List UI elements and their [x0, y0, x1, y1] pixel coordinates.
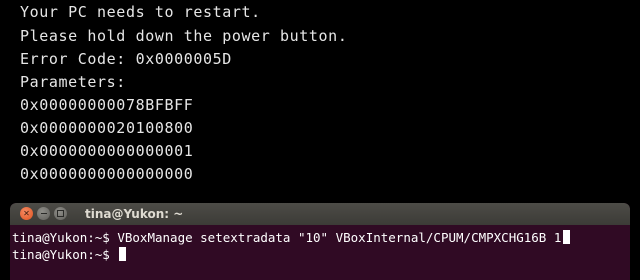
parameter-value: 0x0000000000000000 [20, 165, 194, 183]
maximize-icon[interactable] [54, 207, 67, 220]
terminal-window[interactable]: ✕ tina@Yukon: ~ tina@Yukon:~$ VBoxManage… [10, 203, 630, 280]
terminal-prompt-line[interactable]: tina@Yukon:~$ [12, 246, 628, 263]
parameter-value: 0x0000000000000001 [20, 142, 194, 160]
terminal-titlebar[interactable]: ✕ tina@Yukon: ~ [10, 203, 630, 225]
command-text: tina@Yukon:~$ VBoxManage setextradata "1… [12, 230, 562, 245]
parameter-value: 0x00000000078BFBFF [20, 96, 194, 114]
text-cursor [563, 230, 571, 244]
minimize-icon[interactable] [37, 207, 50, 220]
power-button-instruction: Please hold down the power button. [20, 27, 348, 45]
error-code: Error Code: 0x0000005D [20, 50, 232, 68]
text-cursor [119, 247, 127, 261]
terminal-output[interactable]: tina@Yukon:~$ VBoxManage setextradata "1… [10, 225, 630, 263]
prompt-text: tina@Yukon:~$ [12, 247, 118, 262]
window-title: tina@Yukon: ~ [85, 207, 184, 221]
parameter-value: 0x0000000020100800 [20, 119, 194, 137]
restart-message: Your PC needs to restart. [20, 3, 261, 21]
close-icon[interactable]: ✕ [20, 207, 33, 220]
parameters-label: Parameters: [20, 73, 126, 91]
restart-error-screen: Your PC needs to restart. Please hold do… [0, 0, 640, 200]
terminal-line: tina@Yukon:~$ VBoxManage setextradata "1… [12, 229, 628, 246]
